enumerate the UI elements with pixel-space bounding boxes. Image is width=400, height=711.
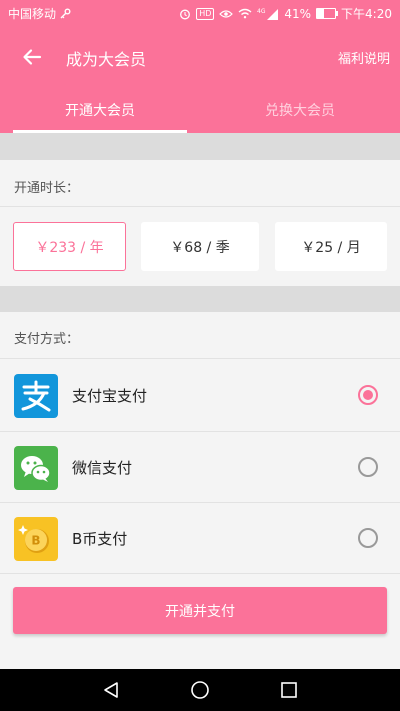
square-recents-icon [281, 682, 297, 698]
tab-bar: 开通大会员 兑换大会员 [0, 87, 400, 133]
network-type: 4G [257, 8, 266, 15]
status-bar: 中国移动 HD 4G 41% 下午4:20 [0, 0, 400, 27]
svg-text:B: B [31, 534, 40, 548]
divider [0, 573, 400, 574]
plan-quarterly[interactable]: ￥68 / 季 [141, 222, 259, 271]
plan-yearly[interactable]: ￥233 / 年 [13, 222, 126, 271]
page-title: 成为大会员 [66, 50, 147, 69]
battery-percent: 41% [284, 6, 312, 21]
nav-back-button[interactable] [100, 679, 122, 701]
status-right: HD 4G 41% 下午4:20 [179, 5, 392, 22]
eye-icon [219, 9, 234, 18]
wechat-icon [14, 446, 58, 490]
tab-redeem-membership[interactable]: 兑换大会员 [200, 87, 400, 133]
triangle-back-icon [104, 682, 118, 698]
payment-label-wechat: 微信支付 [72, 459, 133, 477]
divider [0, 358, 400, 359]
back-button[interactable] [14, 39, 50, 75]
status-left: 中国移动 [8, 5, 71, 22]
carrier-name: 中国移动 [8, 7, 57, 21]
bcoin-icon: B [14, 517, 58, 561]
battery-fill [317, 9, 325, 18]
plan-monthly[interactable]: ￥25 / 月 [275, 222, 387, 271]
clock: 下午4:20 [341, 7, 392, 21]
payment-label-bcoin: B币支付 [72, 530, 128, 548]
payment-label-alipay: 支付宝支付 [72, 387, 148, 405]
battery-icon [316, 8, 339, 19]
wifi-icon [238, 8, 252, 19]
app-bar: 成为大会员 福利说明 [0, 27, 400, 87]
key-icon [60, 8, 71, 18]
radio-wechat[interactable] [358, 457, 378, 477]
section-gap [0, 133, 400, 160]
arrow-left-icon [23, 49, 42, 65]
circle-home-icon [191, 681, 209, 699]
signal-icon: 4G [257, 8, 279, 20]
radio-bcoin[interactable] [358, 528, 378, 548]
benefit-info-link[interactable]: 福利说明 [338, 48, 390, 67]
alarm-icon [180, 9, 191, 19]
payment-option-alipay[interactable]: 支付宝支付 [0, 360, 400, 430]
system-nav-bar [0, 669, 400, 711]
divider [0, 206, 400, 207]
open-and-pay-button[interactable]: 开通并支付 [13, 587, 387, 634]
nav-recents-button[interactable] [278, 679, 300, 701]
nav-home-button[interactable] [189, 679, 211, 701]
payment-option-bcoin[interactable]: B B币支付 [0, 503, 400, 573]
section-gap [0, 286, 400, 312]
alipay-icon [14, 374, 58, 418]
payment-option-wechat[interactable]: 微信支付 [0, 432, 400, 502]
duration-label: 开通时长： [14, 181, 80, 196]
tab-open-membership[interactable]: 开通大会员 [0, 87, 200, 133]
payment-label: 支付方式： [14, 332, 80, 347]
radio-alipay[interactable] [358, 385, 378, 405]
hd-badge: HD [196, 7, 215, 20]
